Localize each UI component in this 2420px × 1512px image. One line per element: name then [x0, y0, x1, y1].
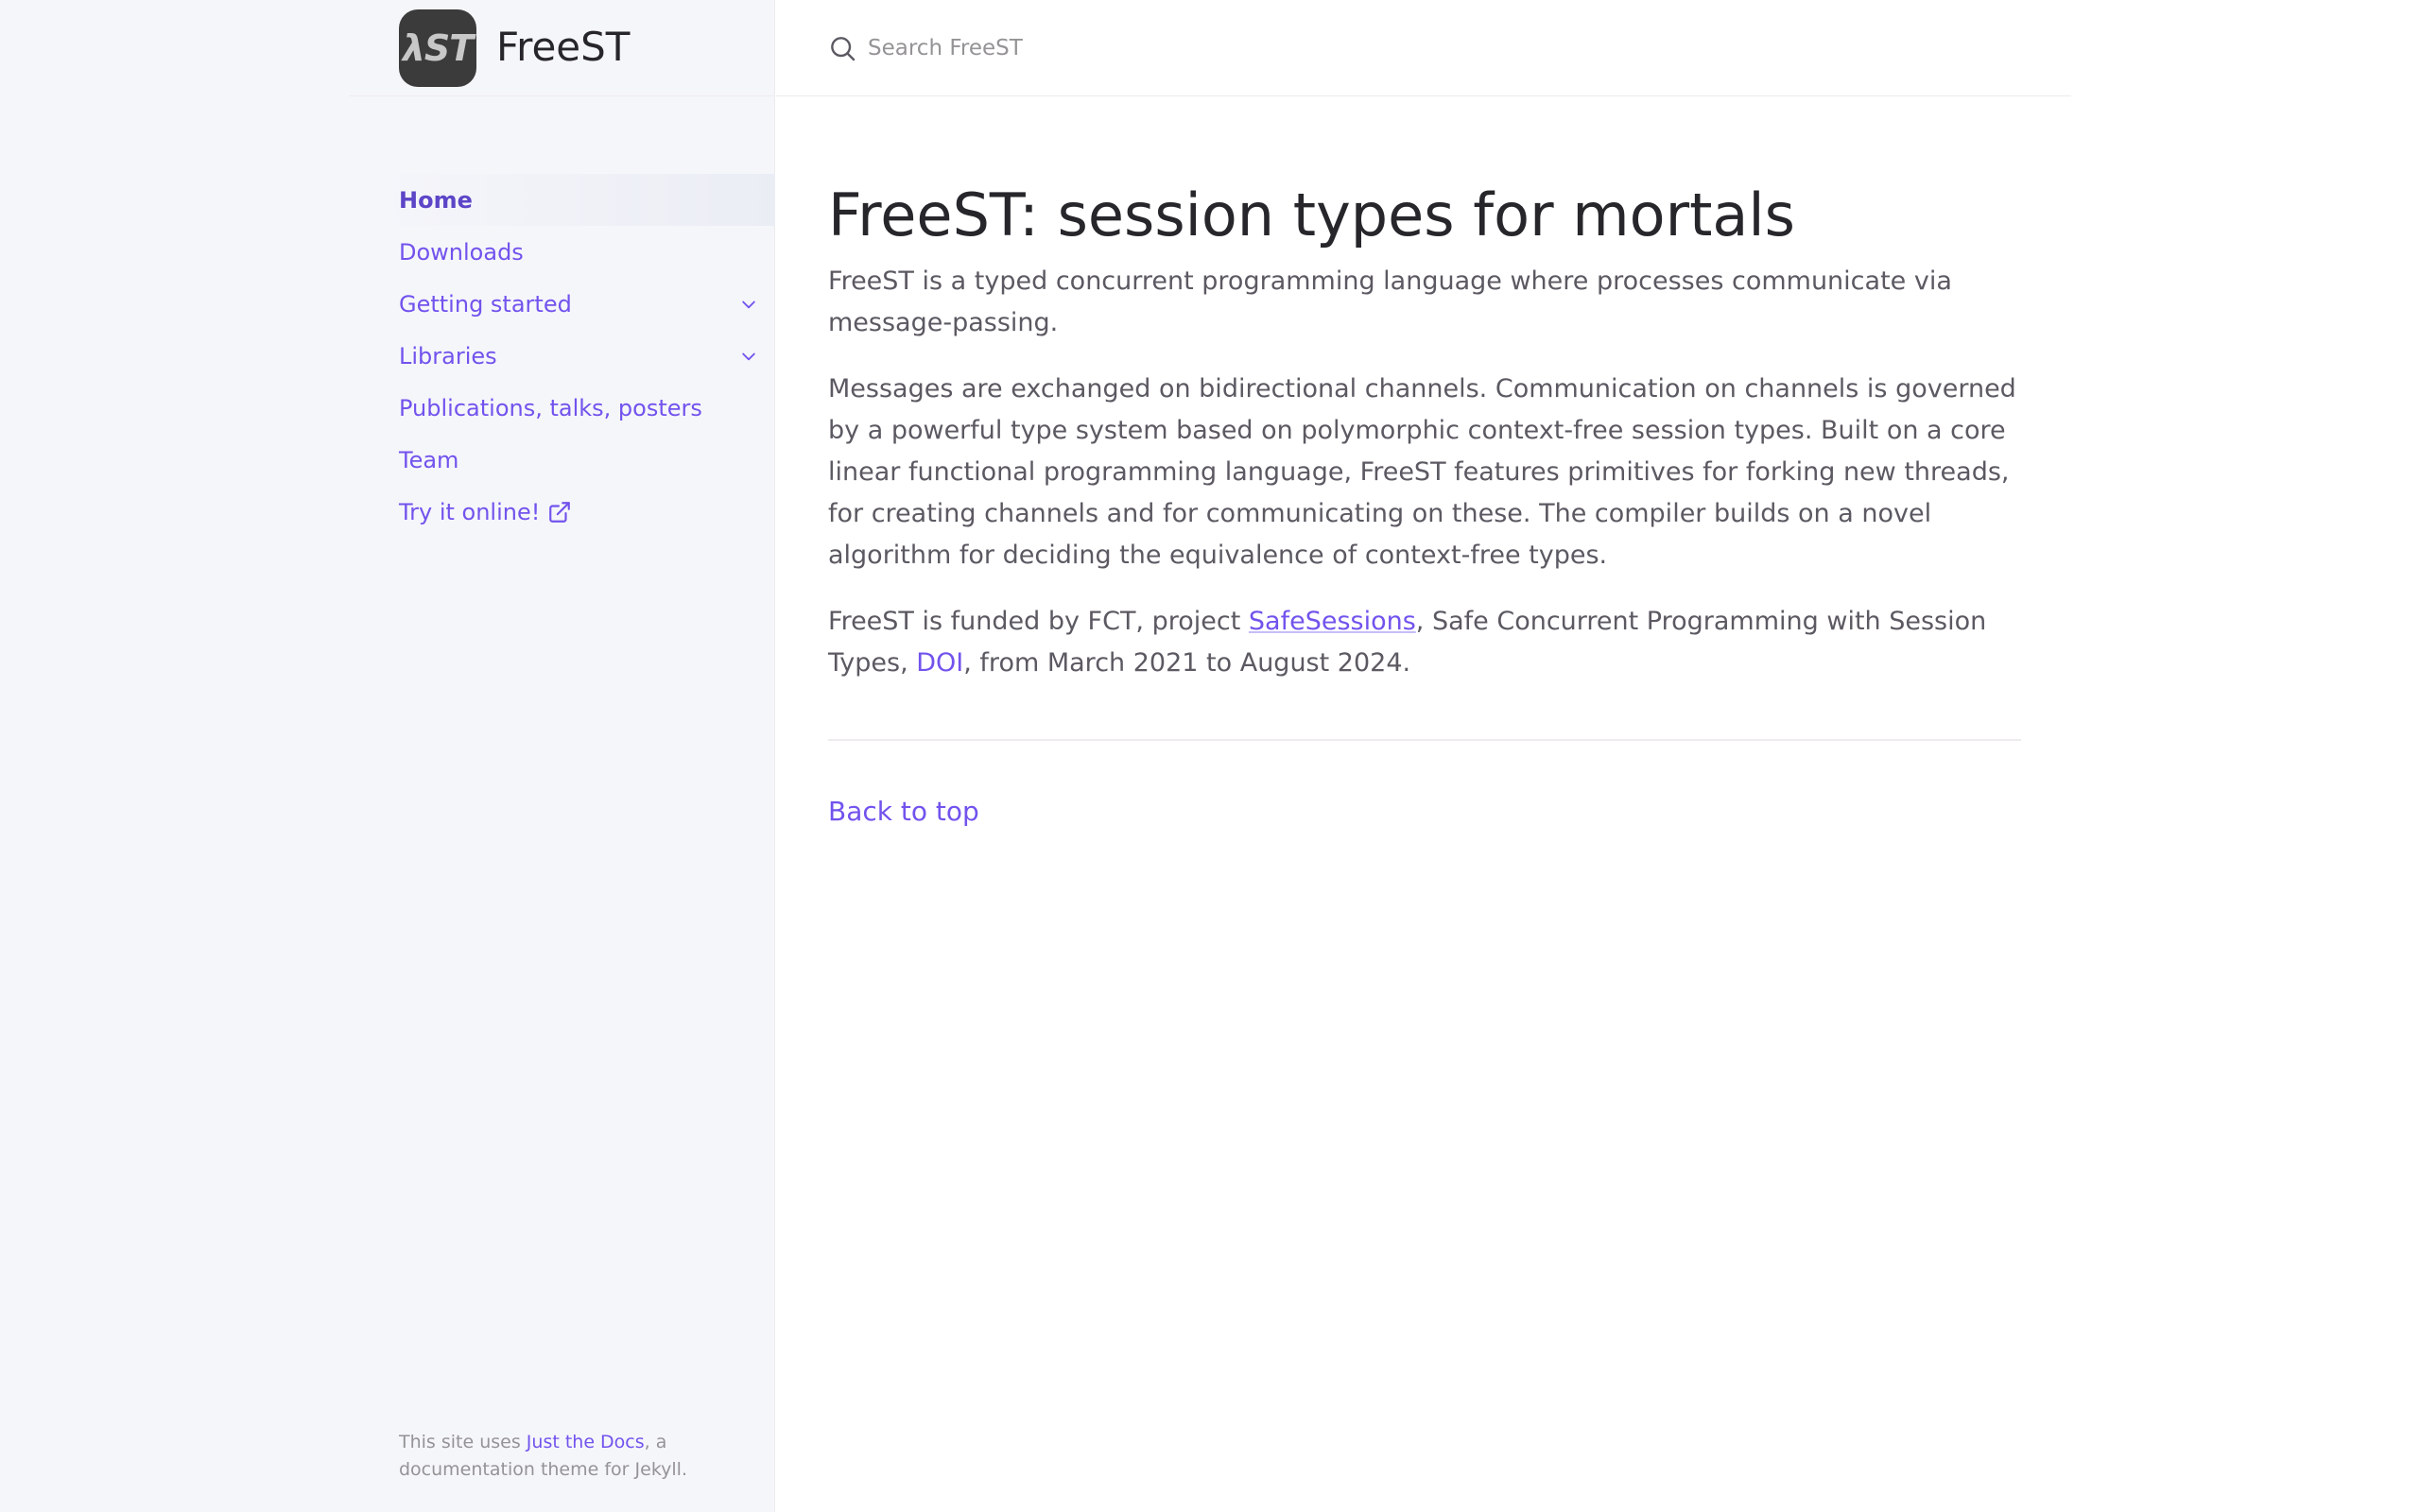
main-content: FreeST: session types for mortals FreeST… — [828, 170, 2021, 827]
sidebar-nav: Home Downloads Getting started Libraries… — [369, 174, 775, 538]
chevron-down-icon[interactable] — [735, 343, 762, 369]
sidebar-item-getting-started[interactable]: Getting started — [369, 278, 775, 330]
sidebar: λST FreeST Home Downloads Getting starte… — [0, 0, 775, 1512]
doi-link[interactable]: DOI — [916, 648, 963, 678]
intro-paragraph: FreeST is a typed concurrent programming… — [828, 266, 1952, 337]
sidebar-item-label: Publications, talks, posters — [399, 394, 702, 421]
sidebar-footer: This site uses Just the Docs, a document… — [399, 1429, 720, 1484]
site-title[interactable]: FreeST — [496, 19, 630, 76]
chevron-down-icon[interactable] — [735, 291, 762, 318]
sidebar-item-label: Try it online! — [399, 498, 541, 525]
page-title: FreeST: session types for mortals — [828, 180, 1795, 249]
external-link-icon — [547, 500, 572, 524]
safesessions-link[interactable]: SafeSessions — [1249, 607, 1416, 636]
divider — [828, 739, 2021, 741]
search-bar — [776, 0, 2071, 96]
search-input[interactable] — [866, 28, 1720, 68]
page: λST FreeST Home Downloads Getting starte… — [0, 0, 2420, 1512]
description-paragraph: Messages are exchanged on bidirectional … — [828, 374, 2016, 570]
sidebar-item-team[interactable]: Team — [369, 434, 775, 486]
search-icon — [827, 33, 857, 63]
sidebar-item-libraries[interactable]: Libraries — [369, 330, 775, 382]
sidebar-item-try-online[interactable]: Try it online! — [369, 486, 775, 538]
funding-prefix: FreeST is funded by FCT, project — [828, 607, 1249, 636]
footer-prefix: This site uses — [399, 1432, 527, 1452]
back-to-top-link[interactable]: Back to top — [828, 796, 979, 827]
site-header[interactable]: λST FreeST — [350, 0, 775, 96]
sidebar-item-label: Downloads — [399, 238, 524, 266]
sidebar-item-label: Home — [399, 186, 473, 214]
sidebar-item-downloads[interactable]: Downloads — [369, 226, 775, 278]
sidebar-item-home[interactable]: Home — [369, 174, 775, 226]
just-the-docs-link[interactable]: Just the Docs — [527, 1432, 645, 1452]
funding-suffix: , from March 2021 to August 2024. — [963, 648, 1411, 678]
sidebar-item-label: Team — [399, 446, 459, 473]
sidebar-item-label: Getting started — [399, 290, 572, 318]
sidebar-item-label: Libraries — [399, 342, 497, 369]
funding-paragraph: FreeST is funded by FCT, project SafeSes… — [828, 601, 2021, 684]
sidebar-item-publications[interactable]: Publications, talks, posters — [369, 382, 775, 434]
site-logo[interactable]: λST — [399, 9, 476, 87]
